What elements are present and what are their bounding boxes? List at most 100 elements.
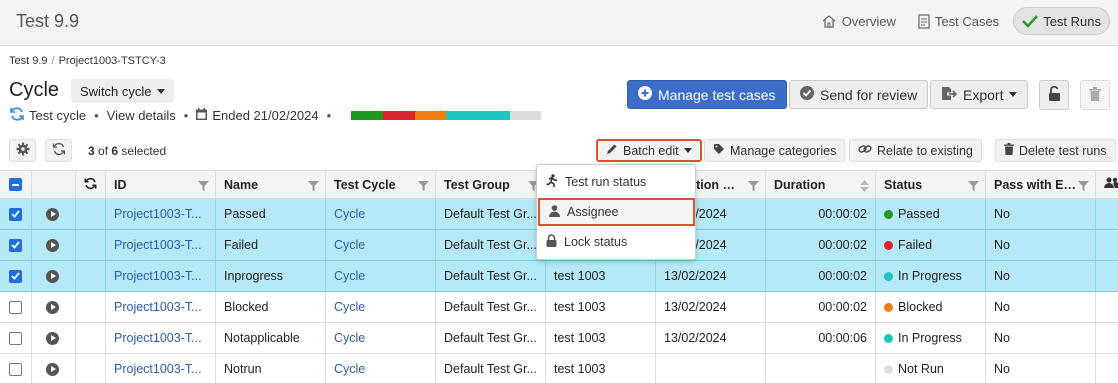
- delete-test-runs-label: Delete test runs: [1019, 143, 1107, 158]
- row-test-cycle[interactable]: Cycle: [326, 292, 436, 322]
- export-button[interactable]: Export: [930, 80, 1029, 109]
- nav-overview[interactable]: Overview: [813, 7, 904, 35]
- row-test-cycle[interactable]: Cycle: [326, 261, 436, 291]
- run-button-cell[interactable]: [32, 323, 76, 353]
- row-id[interactable]: Project1003-T...: [106, 199, 216, 229]
- column-header-name[interactable]: Name: [216, 171, 326, 198]
- play-icon[interactable]: [46, 238, 59, 252]
- row-checkbox[interactable]: [9, 300, 22, 314]
- row-checkbox-cell[interactable]: [0, 323, 32, 353]
- status-label: Blocked: [898, 300, 943, 314]
- row-test-cycle[interactable]: Cycle: [326, 354, 436, 383]
- run-button-cell[interactable]: [32, 199, 76, 229]
- breadcrumb-cycle[interactable]: Project1003-TSTCY-3: [59, 55, 166, 67]
- menu-item-assignee[interactable]: Assignee: [538, 198, 695, 226]
- table-row[interactable]: Project1003-T... Blocked Cycle Default Test…: [0, 292, 1118, 323]
- row-status: In Progress: [876, 261, 986, 291]
- column-header-test-cycle[interactable]: Test Cycle: [326, 171, 436, 198]
- status-label: Passed: [898, 207, 940, 221]
- row-checkbox-cell[interactable]: [0, 199, 32, 229]
- export-icon: [941, 86, 958, 104]
- menu-item-lock-status[interactable]: Lock status: [537, 228, 695, 256]
- run-button-cell[interactable]: [32, 261, 76, 291]
- calendar-icon: [196, 107, 208, 123]
- row-id[interactable]: Project1003-T...: [106, 354, 216, 383]
- user-icon: [549, 204, 560, 220]
- header-sync[interactable]: [76, 171, 106, 198]
- trash-icon: [1004, 143, 1014, 158]
- column-header-duration[interactable]: Duration: [766, 171, 876, 198]
- select-all-checkbox-cell[interactable]: [0, 171, 32, 198]
- filter-icon[interactable]: [418, 180, 429, 194]
- row-checkbox-cell[interactable]: [0, 261, 32, 291]
- filter-icon[interactable]: [198, 180, 209, 194]
- run-button-cell[interactable]: [32, 354, 76, 383]
- delete-cycle-button[interactable]: [1080, 80, 1110, 110]
- batch-edit-button[interactable]: Batch edit: [596, 139, 702, 162]
- row-checkbox[interactable]: [9, 331, 22, 345]
- run-button-cell[interactable]: [32, 292, 76, 322]
- refresh-button[interactable]: [45, 139, 72, 162]
- row-execution-date: 13/02/2024: [656, 323, 766, 353]
- filter-icon[interactable]: [968, 180, 979, 194]
- play-icon[interactable]: [46, 207, 59, 221]
- select-all-checkbox[interactable]: [9, 178, 22, 191]
- settings-button[interactable]: [9, 139, 36, 162]
- table-row[interactable]: Project1003-T... Notapplicable Cycle Defaul…: [0, 323, 1118, 354]
- play-icon[interactable]: [46, 362, 59, 376]
- run-button-cell[interactable]: [32, 230, 76, 260]
- row-checkbox-cell[interactable]: [0, 230, 32, 260]
- filter-icon[interactable]: [748, 180, 759, 194]
- row-execution-date: 13/02/2024: [656, 261, 766, 291]
- row-checkbox[interactable]: [9, 362, 22, 376]
- row-checkbox[interactable]: [9, 207, 22, 221]
- row-status: Failed: [876, 230, 986, 260]
- filter-icon[interactable]: [1078, 180, 1089, 194]
- cycle-meta: Test cycle • View details • Ended 21/02/…: [9, 106, 542, 124]
- send-for-review-button[interactable]: Send for review: [789, 80, 929, 109]
- row-test-cycle[interactable]: Cycle: [326, 199, 436, 229]
- manage-test-cases-button[interactable]: Manage test cases: [627, 80, 787, 109]
- manage-categories-button[interactable]: Manage categories: [704, 139, 846, 162]
- row-test-group: Default Test Gr...: [436, 261, 546, 291]
- row-id[interactable]: Project1003-T...: [106, 292, 216, 322]
- status-progress-bar: [351, 110, 542, 120]
- caret-down-icon: [683, 148, 692, 153]
- menu-item-test-run-status[interactable]: Test run status: [537, 168, 695, 196]
- row-pass-with: No: [986, 230, 1096, 260]
- delete-test-runs-button[interactable]: Delete test runs: [995, 139, 1116, 162]
- link-icon: [858, 143, 872, 158]
- row-test-cycle[interactable]: Cycle: [326, 323, 436, 353]
- table-row[interactable]: Project1003-T... Notrun Cycle Default Test …: [0, 354, 1118, 383]
- view-details-link[interactable]: View details: [107, 108, 176, 123]
- filter-icon[interactable]: [308, 180, 319, 194]
- nav-test-runs[interactable]: Test Runs: [1013, 7, 1110, 35]
- play-icon[interactable]: [46, 269, 59, 283]
- row-checkbox[interactable]: [9, 238, 22, 252]
- row-checkbox[interactable]: [9, 269, 22, 283]
- play-icon[interactable]: [46, 331, 59, 345]
- row-pass-with: No: [986, 354, 1096, 383]
- column-header-people[interactable]: [1096, 171, 1118, 198]
- nav-test-cases[interactable]: Test Cases: [910, 7, 1007, 35]
- table-row[interactable]: Project1003-T... Inprogress Cycle Default T…: [0, 261, 1118, 292]
- lock-button[interactable]: [1039, 80, 1069, 110]
- row-people: [1096, 354, 1118, 383]
- relate-to-existing-button[interactable]: Relate to existing: [849, 139, 982, 162]
- document-icon: [918, 13, 930, 29]
- row-checkbox-cell[interactable]: [0, 354, 32, 383]
- row-name: Blocked: [216, 292, 326, 322]
- row-id[interactable]: Project1003-T...: [106, 261, 216, 291]
- column-header-pass-with[interactable]: Pass with E…: [986, 171, 1096, 198]
- row-test-cycle[interactable]: Cycle: [326, 230, 436, 260]
- column-header-status[interactable]: Status: [876, 171, 986, 198]
- column-header-id[interactable]: ID: [106, 171, 216, 198]
- breadcrumb-project[interactable]: Test 9.9: [9, 55, 48, 67]
- switch-cycle-button[interactable]: Switch cycle: [71, 79, 174, 103]
- play-icon[interactable]: [46, 300, 59, 314]
- sort-icon[interactable]: [860, 180, 869, 195]
- row-id[interactable]: Project1003-T...: [106, 230, 216, 260]
- row-id[interactable]: Project1003-T...: [106, 323, 216, 353]
- row-checkbox-cell[interactable]: [0, 292, 32, 322]
- column-header-test-group[interactable]: Test Group: [436, 171, 546, 198]
